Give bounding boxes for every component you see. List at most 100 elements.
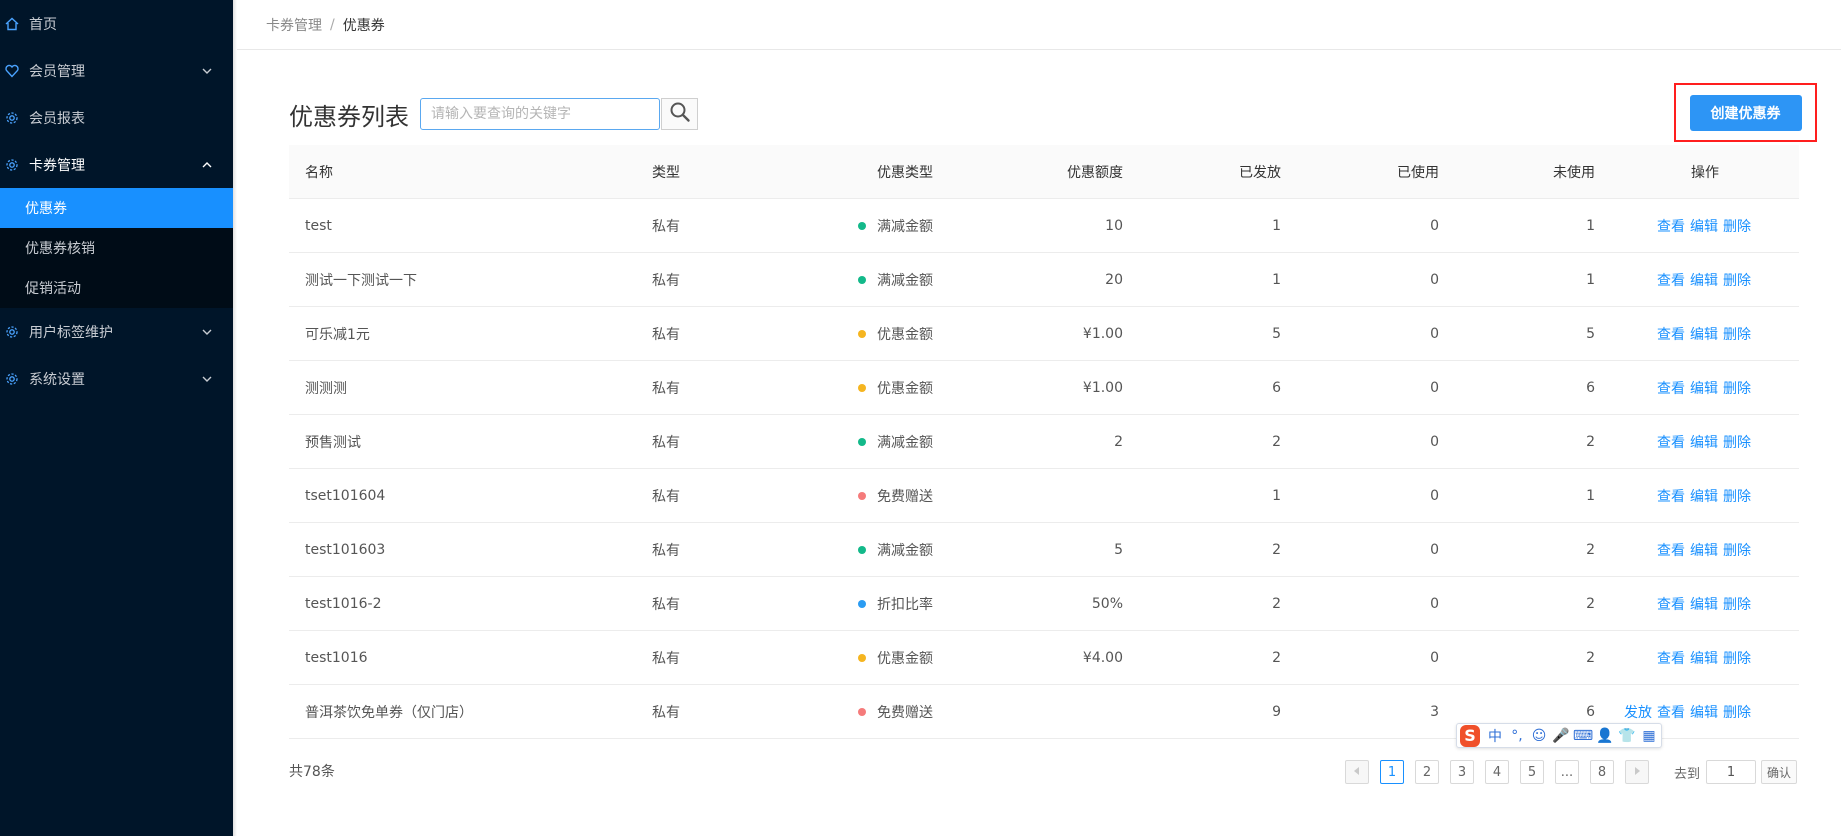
edit-link[interactable]: 编辑 <box>1690 432 1718 452</box>
view-link[interactable]: 查看 <box>1657 594 1685 614</box>
delete-link[interactable]: 删除 <box>1723 594 1751 614</box>
status-dot <box>858 384 866 392</box>
edit-link[interactable]: 编辑 <box>1690 378 1718 398</box>
view-link[interactable]: 查看 <box>1657 486 1685 506</box>
delete-link[interactable]: 删除 <box>1723 702 1751 722</box>
coupon-name: tset101604 <box>305 488 386 504</box>
edit-link[interactable]: 编辑 <box>1690 594 1718 614</box>
view-link[interactable]: 查看 <box>1657 432 1685 452</box>
sidebar-item-card-management[interactable]: 卡券管理 <box>0 141 233 188</box>
view-link[interactable]: 查看 <box>1657 216 1685 236</box>
delete-link[interactable]: 删除 <box>1723 270 1751 290</box>
coupon-amount: 10 <box>1105 218 1123 234</box>
view-link[interactable]: 查看 <box>1657 540 1685 560</box>
search-input[interactable] <box>420 98 660 130</box>
table-body: test 私有 满减金额 10 1 0 1 查看 编辑 删除 测试一下测试一下 私有 满减金额 20 1 0 1… <box>289 199 1799 739</box>
column-header-ops: 操作 <box>1691 165 1719 181</box>
delete-link[interactable]: 删除 <box>1723 378 1751 398</box>
coupon-name: 测试一下测试一下 <box>305 273 417 289</box>
sidebar-submenu: 优惠券 优惠券核销 促销活动 <box>0 188 233 308</box>
emoji-icon[interactable]: ☺ <box>1529 726 1549 746</box>
coupon-type: 私有 <box>652 219 680 235</box>
delete-link[interactable]: 删除 <box>1723 540 1751 560</box>
ime-chinese-mode-icon[interactable]: 中 <box>1485 726 1505 746</box>
edit-link[interactable]: 编辑 <box>1690 324 1718 344</box>
edit-link[interactable]: 编辑 <box>1690 648 1718 668</box>
sidebar-subitem-coupon[interactable]: 优惠券 <box>0 188 233 228</box>
keyboard-icon[interactable]: ⌨ <box>1573 726 1593 746</box>
sidebar-item-member-report[interactable]: 会员报表 <box>0 94 233 141</box>
status-dot <box>858 276 866 284</box>
view-link[interactable]: 查看 <box>1657 270 1685 290</box>
sogou-logo-icon[interactable]: S <box>1460 724 1480 747</box>
discount-type-label: 满减金额 <box>877 273 933 289</box>
coupon-amount: 20 <box>1105 272 1123 288</box>
row-actions: 查看 编辑 删除 <box>1652 469 1751 523</box>
gear-icon <box>4 324 20 340</box>
coupon-discount-type: 免费赠送 <box>858 685 933 739</box>
view-link[interactable]: 查看 <box>1657 648 1685 668</box>
breadcrumb-parent[interactable]: 卡券管理 <box>266 15 322 35</box>
coupon-table: 名称 类型 优惠类型 优惠额度 已发放 已使用 未使用 操作 test 私有 满减金… <box>289 145 1799 739</box>
coupon-issued: 1 <box>1272 272 1281 288</box>
sidebar-item-home[interactable]: 首页 <box>0 0 233 47</box>
microphone-icon[interactable]: 🎤 <box>1551 726 1571 746</box>
chevron-down-icon <box>201 326 213 338</box>
issue-link[interactable]: 发放 <box>1624 702 1652 722</box>
edit-link[interactable]: 编辑 <box>1690 540 1718 560</box>
coupon-type: 私有 <box>652 327 680 343</box>
table-row: 预售测试 私有 满减金额 2 2 0 2 查看 编辑 删除 <box>289 415 1799 469</box>
delete-link[interactable]: 删除 <box>1723 216 1751 236</box>
coupon-discount-type: 满减金额 <box>858 523 933 577</box>
goto-page-input[interactable] <box>1706 760 1757 784</box>
view-link[interactable]: 查看 <box>1657 378 1685 398</box>
page-button[interactable]: 4 <box>1485 760 1509 784</box>
delete-link[interactable]: 删除 <box>1723 324 1751 344</box>
page-button[interactable]: 1 <box>1380 760 1404 784</box>
status-dot <box>858 600 866 608</box>
sidebar-subitem-coupon-verify[interactable]: 优惠券核销 <box>0 228 233 268</box>
delete-link[interactable]: 删除 <box>1723 648 1751 668</box>
edit-link[interactable]: 编辑 <box>1690 486 1718 506</box>
row-actions: 查看 编辑 删除 <box>1652 577 1751 631</box>
toolbox-icon[interactable]: ▦ <box>1639 726 1659 746</box>
coupon-unused: 1 <box>1586 218 1595 234</box>
page-list: 1 2 3 4 5... 8 <box>1380 760 1625 784</box>
coupon-name: test1016-2 <box>305 596 382 612</box>
home-icon <box>4 16 20 32</box>
caret-right-icon <box>1632 765 1642 780</box>
edit-link[interactable]: 编辑 <box>1690 216 1718 236</box>
page-ellipsis[interactable]: ... <box>1555 760 1579 784</box>
create-coupon-button[interactable]: 创建优惠券 <box>1689 94 1802 131</box>
delete-link[interactable]: 删除 <box>1723 486 1751 506</box>
goto-confirm-button[interactable]: 确认 <box>1761 760 1798 784</box>
edit-link[interactable]: 编辑 <box>1690 270 1718 290</box>
page-button[interactable]: 5 <box>1520 760 1544 784</box>
sidebar-item-system-settings[interactable]: 系统设置 <box>0 355 233 402</box>
page-button[interactable]: 8 <box>1590 760 1614 784</box>
edit-link[interactable]: 编辑 <box>1690 702 1718 722</box>
ime-punctuation-icon[interactable]: °, <box>1507 726 1527 746</box>
sidebar-item-user-tags[interactable]: 用户标签维护 <box>0 308 233 355</box>
coupon-name: test1016 <box>305 650 368 666</box>
sidebar-subitem-promotion[interactable]: 促销活动 <box>0 268 233 308</box>
page-button[interactable]: 2 <box>1415 760 1439 784</box>
gear-icon <box>4 157 20 173</box>
coupon-type: 私有 <box>652 543 680 559</box>
coupon-amount: 5 <box>1114 542 1123 558</box>
page-button[interactable]: 3 <box>1450 760 1474 784</box>
gear-icon <box>4 110 20 126</box>
view-link[interactable]: 查看 <box>1657 702 1685 722</box>
ime-toolbar[interactable]: S 中 °, ☺ 🎤 ⌨ 👤 👕 ▦ <box>1456 723 1662 748</box>
sidebar-item-member-management[interactable]: 会员管理 <box>0 47 233 94</box>
user-icon[interactable]: 👤 <box>1595 726 1615 746</box>
prev-page-button[interactable] <box>1345 760 1369 784</box>
next-page-button[interactable] <box>1625 760 1649 784</box>
delete-link[interactable]: 删除 <box>1723 432 1751 452</box>
table-row: test101603 私有 满减金额 5 2 0 2 查看 编辑 删除 <box>289 523 1799 577</box>
view-link[interactable]: 查看 <box>1657 324 1685 344</box>
search-button[interactable] <box>661 98 698 130</box>
coupon-discount-type: 优惠金额 <box>858 307 933 361</box>
skin-icon[interactable]: 👕 <box>1617 726 1637 746</box>
column-header-discount-type: 优惠类型 <box>877 165 933 181</box>
